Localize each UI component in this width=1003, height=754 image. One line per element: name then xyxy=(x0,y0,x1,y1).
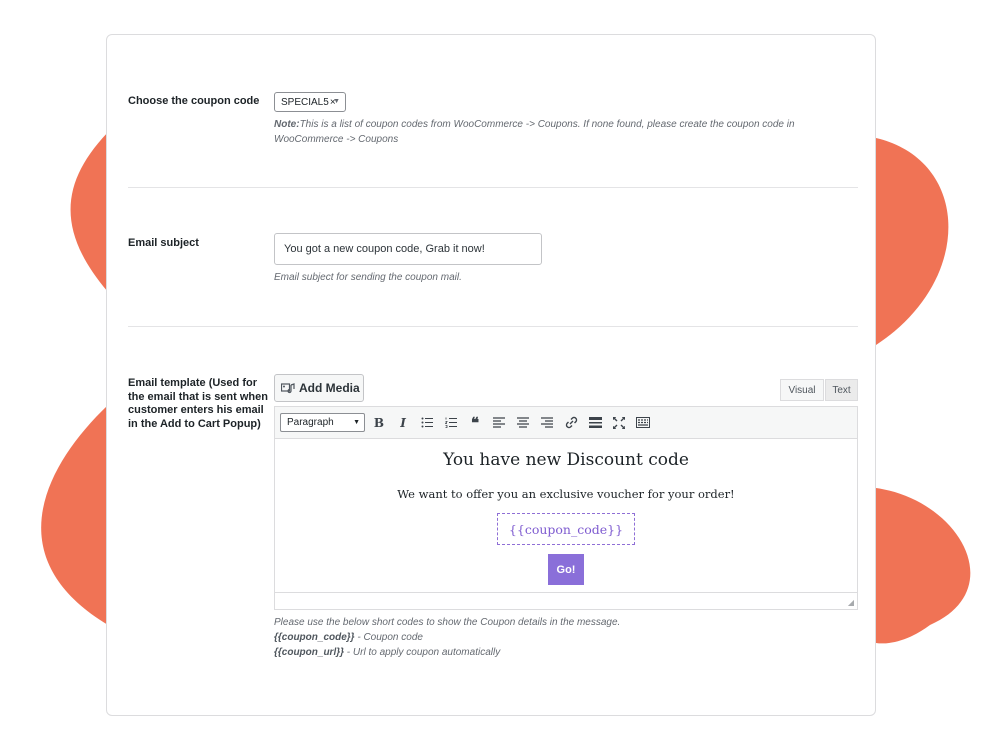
chevron-down-icon: ▼ xyxy=(353,419,360,426)
align-right-icon[interactable] xyxy=(537,413,557,433)
coupon-code-select[interactable]: SPECIAL5 × ▼ xyxy=(274,92,346,112)
divider xyxy=(128,326,858,327)
link-icon[interactable] xyxy=(561,413,581,433)
email-subject-input[interactable]: You got a new coupon code, Grab it now! xyxy=(274,233,542,265)
label-line: the email that is sent when xyxy=(128,390,268,403)
email-heading: You have new Discount code xyxy=(443,450,689,470)
shortcode-coupon-code: {{coupon_code}} xyxy=(274,632,355,643)
email-subject-description: Email subject for sending the coupon mai… xyxy=(274,272,462,283)
bullet-list-icon[interactable] xyxy=(417,413,437,433)
tab-text[interactable]: Text xyxy=(825,379,858,401)
horizontal-line-icon[interactable] xyxy=(585,413,605,433)
resize-handle-icon[interactable]: ◢ xyxy=(848,598,854,607)
bold-icon[interactable]: B xyxy=(369,413,389,433)
editor-content[interactable]: You have new Discount code We want to of… xyxy=(275,439,857,592)
shortcode-coupon-url: {{coupon_url}} xyxy=(274,647,345,658)
go-button: Go! xyxy=(548,554,584,585)
add-media-label: Add Media xyxy=(299,381,360,395)
note-line-2: WooCommerce -> Coupons xyxy=(274,134,399,145)
blockquote-icon[interactable]: ❝ xyxy=(465,413,485,433)
email-paragraph: We want to offer you an exclusive vouche… xyxy=(397,487,735,501)
format-select[interactable]: Paragraph ▼ xyxy=(280,413,365,432)
coupon-code-chip: SPECIAL5 xyxy=(281,96,329,108)
help-line: Please use the below short codes to show… xyxy=(274,617,621,628)
label-line: in the Add to Cart Popup) xyxy=(128,417,261,430)
email-template-label: Email template (Used for the email that … xyxy=(128,377,268,431)
note-prefix: Note: xyxy=(274,119,300,130)
format-select-value: Paragraph xyxy=(287,417,334,428)
shortcode-coupon-url-desc: - Url to apply coupon automatically xyxy=(344,647,501,658)
coupon-code-placeholder: {{coupon_code}} xyxy=(497,513,635,545)
settings-card: Choose the coupon code SPECIAL5 × ▼ Note:… xyxy=(106,34,876,716)
italic-icon[interactable]: I xyxy=(393,413,413,433)
add-media-button[interactable]: Add Media xyxy=(274,374,364,402)
chevron-down-icon: ▼ xyxy=(333,98,340,105)
email-template-editor: Paragraph ▼ B I ❝ You have new Discount … xyxy=(274,406,858,610)
label-line: Email template (Used for xyxy=(128,377,257,389)
align-center-icon[interactable] xyxy=(513,413,533,433)
note-line-1: This is a list of coupon codes from WooC… xyxy=(299,119,795,130)
editor-statusbar: ◢ xyxy=(275,592,857,609)
fullscreen-icon[interactable] xyxy=(609,413,629,433)
shortcode-help: Please use the below short codes to show… xyxy=(274,615,620,660)
coupon-code-note: Note:This is a list of coupon codes from… xyxy=(274,117,795,147)
numbered-list-icon[interactable] xyxy=(441,413,461,433)
media-icon xyxy=(281,383,295,394)
tab-visual[interactable]: Visual xyxy=(780,379,824,401)
coupon-code-label: Choose the coupon code xyxy=(128,95,260,107)
email-subject-label: Email subject xyxy=(128,237,199,249)
divider xyxy=(128,187,858,188)
shortcode-coupon-code-desc: - Coupon code xyxy=(354,632,423,643)
toolbar-toggle-icon[interactable] xyxy=(633,413,653,433)
label-line: customer enters his email xyxy=(128,404,264,416)
align-left-icon[interactable] xyxy=(489,413,509,433)
editor-toolbar: Paragraph ▼ B I ❝ xyxy=(275,407,857,439)
